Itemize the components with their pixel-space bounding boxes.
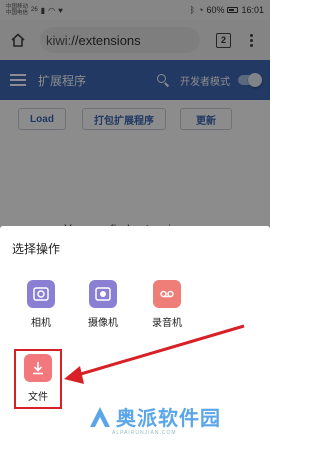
watermark-brand: 奥派软件园 [116,408,221,430]
watermark-domain: ALPAIRUNJIAN.COM [112,430,177,436]
watermark: 奥派软件园 [88,402,221,431]
watermark-logo-icon [90,406,110,427]
annotation-arrow [64,324,245,384]
